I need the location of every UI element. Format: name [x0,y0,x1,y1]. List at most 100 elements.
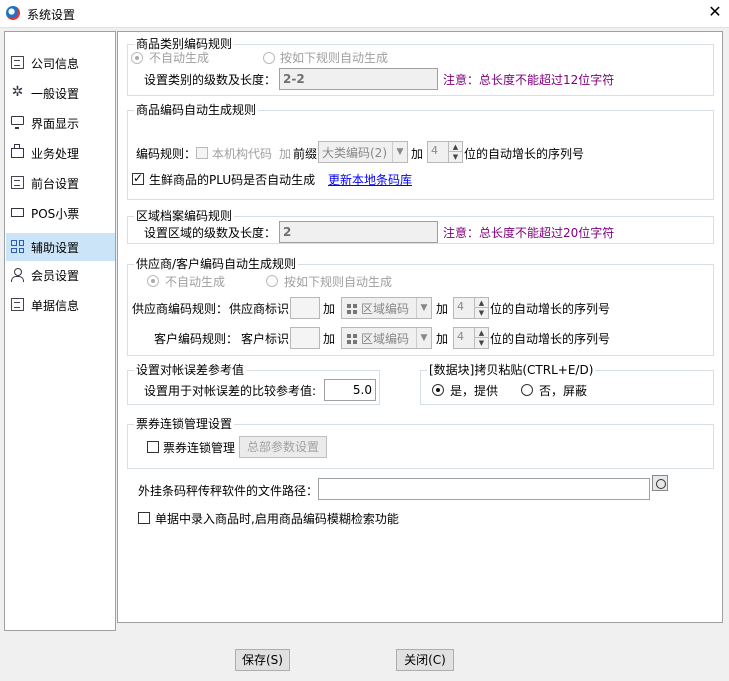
supplier-code-group: 供应商/客户编码自动生成规则 不自动生成 按如下规则自动生成 供应商编码规则： … [127,257,714,356]
region-code-group: 区域档案编码规则 设置区域的级数及长度： 2 注意：总长度不能超过20位字符 [127,209,714,244]
group-title: 设置对帐误差参考值 [134,363,247,377]
sidebar-item-documents[interactable]: 单据信息 [6,291,115,319]
save-button[interactable]: 保存(S) [235,649,290,671]
sidebar-item-member[interactable]: 会员设置 [6,261,115,289]
copy-paste-no-radio[interactable] [521,384,533,396]
copy-paste-yes-radio[interactable] [432,384,444,396]
customer-region-select[interactable]: 区域编码 ▼ [341,327,432,349]
category-note: 注意：总长度不能超过12位字符 [443,73,615,87]
serial-suffix-label: 位的自动增长的序列号 [464,147,585,161]
sidebar-item-label: 公司信息 [31,57,80,71]
supplier-digits-stepper[interactable]: 4 ▲ ▼ [453,297,489,319]
sidebar-item-label: 一般设置 [31,87,80,101]
sidebar-item-pos-receipt[interactable]: POS小票 [6,199,115,227]
gear-icon: ✲ [11,84,24,100]
sidebar-item-label: POS小票 [31,207,80,221]
grid-icon [345,332,359,346]
supplier-manual-radio[interactable] [147,275,159,287]
supplier-serial-label: 位的自动增长的序列号 [490,302,611,316]
category-levels-field[interactable]: 2-2 [279,68,438,90]
stepper-up-icon[interactable]: ▲ [474,328,488,338]
reconcile-group: 设置对帐误差参考值 设置用于对帐误差的比较参考值: 5.0 [127,363,380,405]
hq-params-button[interactable]: 总部参数设置 [239,436,327,458]
document-icon [11,56,24,69]
sidebar-item-label: 前台设置 [31,177,80,191]
stepper-up-icon[interactable]: ▲ [474,298,488,308]
plus-label: 加 [323,302,336,316]
supplier-manual-label: 不自动生成 [165,275,226,289]
sidebar-item-company-info[interactable]: 公司信息 [6,49,115,77]
group-title: 商品类别编码规则 [134,37,235,51]
browse-folder-icon[interactable] [652,475,668,491]
chevron-down-icon[interactable]: ▼ [416,328,431,348]
sidebar-item-general-settings[interactable]: ✲ 一般设置 [6,79,115,107]
sidebar-item-display[interactable]: 界面显示 [6,109,115,137]
category-code-group: 商品类别编码规则 不自动生成 按如下规则自动生成 设置类别的级数及长度： 2-2… [127,37,714,96]
group-title: 供应商/客户编码自动生成规则 [134,257,299,271]
plus-label: 加 [436,302,449,316]
plus-label: 加 [323,332,336,346]
region-levels-field[interactable]: 2 [279,221,438,243]
supplier-auto-label: 按如下规则自动生成 [284,275,393,289]
settings-panel: 商品类别编码规则 不自动生成 按如下规则自动生成 设置类别的级数及长度： 2-2… [117,31,723,623]
supplier-auto-radio[interactable] [266,275,278,287]
org-code-checkbox[interactable] [196,147,208,159]
sidebar-item-label: 单据信息 [31,299,80,313]
sidebar-item-label: 辅助设置 [31,241,80,255]
title-bar: 系统设置 ✕ [0,0,729,27]
supplier-id-label: 供应商标识 [229,302,290,316]
scale-path-input[interactable] [318,478,650,500]
supplier-id-input[interactable] [290,297,320,319]
prefix-select[interactable]: 大类编码(2) ▼ [318,141,408,163]
customer-serial-label: 位的自动增长的序列号 [490,332,611,346]
category-levels-label: 设置类别的级数及长度： [144,73,277,87]
plus-label: 加 [279,147,292,161]
category-manual-radio[interactable] [131,52,143,64]
sidebar-item-label: 业务处理 [31,147,80,161]
code-rule-label: 编码规则： [136,147,197,161]
chevron-down-icon[interactable]: ▼ [392,142,407,162]
stepper-up-icon[interactable]: ▲ [448,142,462,152]
stepper-down-icon[interactable]: ▼ [474,338,488,348]
category-auto-radio[interactable] [263,52,275,64]
grid-icon [345,302,359,316]
scale-path-label: 外挂条码秤传秤软件的文件路径： [138,484,319,498]
group-title: [数据块]拷贝粘贴(CTRL+E/D) [427,363,596,377]
close-button[interactable]: 关闭(C) [396,649,454,671]
customer-id-label: 客户标识 [241,332,290,346]
supplier-rule-label: 供应商编码规则： [132,302,229,316]
grid-icon [11,240,24,253]
sidebar: 公司信息 ✲ 一般设置 界面显示 业务处理 前台设置 POS小票 辅助设置 会员… [4,31,116,631]
supplier-region-select[interactable]: 区域编码 ▼ [341,297,432,319]
product-code-group: 商品编码自动生成规则 编码规则： 本机构代码 加 前缀 大类编码(2) ▼ 加 … [127,103,714,200]
sidebar-item-label: 界面显示 [31,117,80,131]
stepper-down-icon[interactable]: ▼ [448,152,462,162]
fuzzy-search-checkbox[interactable] [138,512,150,524]
voucher-chain-checkbox[interactable] [147,441,159,453]
briefcase-icon [11,144,24,158]
category-auto-label: 按如下规则自动生成 [280,51,389,65]
fresh-plu-checkbox[interactable] [132,171,144,185]
supplier-region-value: 区域编码 [361,302,410,316]
org-code-label: 本机构代码 [212,147,273,161]
sidebar-item-frontdesk[interactable]: 前台设置 [6,169,115,197]
pos-icon [11,208,24,217]
chevron-down-icon[interactable]: ▼ [416,298,431,318]
sidebar-item-auxiliary[interactable]: 辅助设置 [6,233,115,261]
stepper-down-icon[interactable]: ▼ [474,308,488,318]
serial-digits-stepper[interactable]: 4 ▲ ▼ [427,141,463,163]
sidebar-item-business[interactable]: 业务处理 [6,139,115,167]
category-manual-label: 不自动生成 [149,51,210,65]
customer-rule-label: 客户编码规则： [154,332,239,346]
customer-digits-stepper[interactable]: 4 ▲ ▼ [453,327,489,349]
reconcile-input[interactable]: 5.0 [324,379,376,401]
prefix-select-value: 大类编码(2) [322,146,387,160]
update-barcode-link[interactable]: 更新本地条码库 [328,173,412,187]
copy-paste-yes-label: 是，提供 [450,384,499,398]
monitor-icon [11,116,24,129]
close-icon[interactable]: ✕ [701,0,729,26]
sidebar-item-label: 会员设置 [31,269,80,283]
customer-id-input[interactable] [290,327,320,349]
customer-digits-value: 4 [457,330,464,343]
document-icon [11,176,24,189]
